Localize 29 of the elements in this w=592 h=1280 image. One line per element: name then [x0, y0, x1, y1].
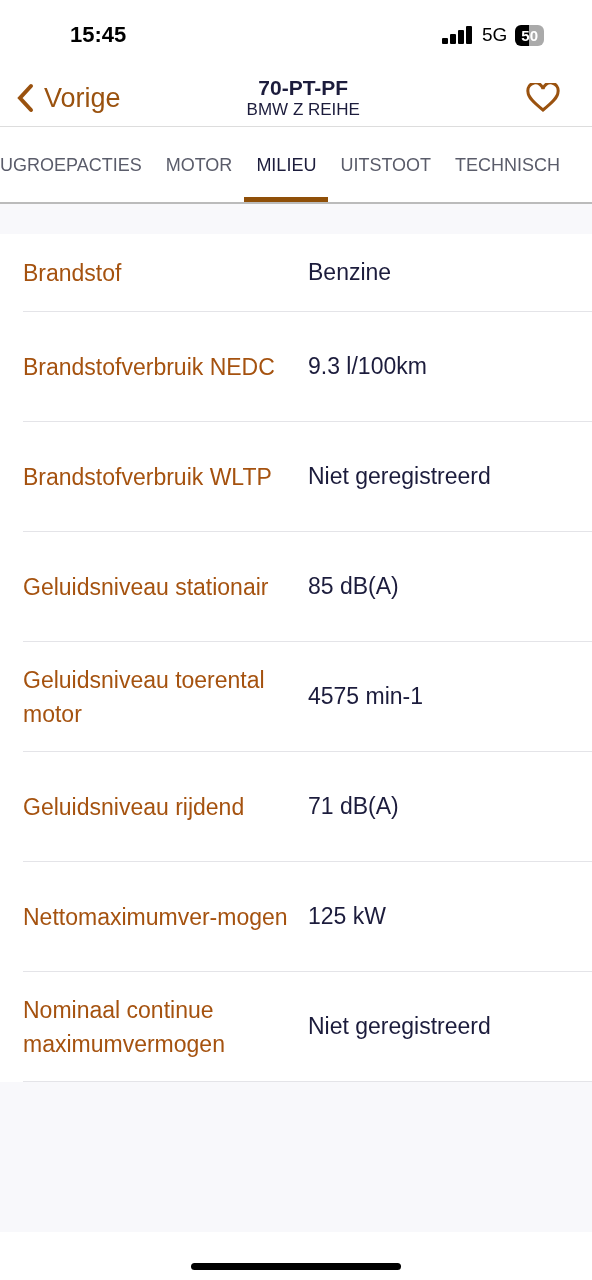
- field-value: 85 dB(A): [308, 573, 399, 600]
- tab[interactable]: TECHNISCH: [443, 127, 573, 202]
- signal-icon: [441, 26, 474, 44]
- field-value: Niet geregistreerd: [308, 1013, 491, 1040]
- field-value: Niet geregistreerd: [308, 463, 491, 490]
- vehicle-model: BMW Z REIHE: [246, 100, 360, 120]
- tab[interactable]: UGROEPACTIES: [0, 127, 154, 202]
- tab[interactable]: MILIEU: [244, 127, 329, 202]
- tab[interactable]: UITSTOOT: [328, 127, 444, 202]
- field-value: 125 kW: [308, 903, 386, 930]
- tab[interactable]: MOTOR: [153, 127, 245, 202]
- network-label: 5G: [481, 24, 508, 46]
- field-value: 71 dB(A): [308, 793, 399, 820]
- chevron-left-icon: [16, 83, 34, 113]
- heart-icon[interactable]: [526, 83, 560, 113]
- field-value: 9.3 l/100km: [308, 353, 427, 380]
- field-label: Nettomaximumver-mogen: [23, 902, 289, 932]
- field-label: Brandstofverbruik NEDC: [23, 352, 276, 382]
- field-value: 4575 min-1: [308, 683, 424, 710]
- vehicle-plate: 70-PT-PF: [258, 76, 349, 100]
- status-time: 15:45: [70, 22, 127, 48]
- back-button[interactable]: Vorige: [16, 82, 121, 114]
- field-label: Brandstof: [23, 258, 123, 288]
- field-label: Geluidsniveau rijdend: [23, 792, 246, 822]
- field-label: Geluidsniveau toerental motor: [23, 665, 266, 729]
- field-label: Nominaal continue maximumvermogen: [23, 995, 226, 1059]
- field-label: Geluidsniveau stationair: [23, 572, 270, 602]
- field-label: Brandstofverbruik WLTP: [23, 462, 273, 492]
- field-value: Benzine: [308, 259, 392, 286]
